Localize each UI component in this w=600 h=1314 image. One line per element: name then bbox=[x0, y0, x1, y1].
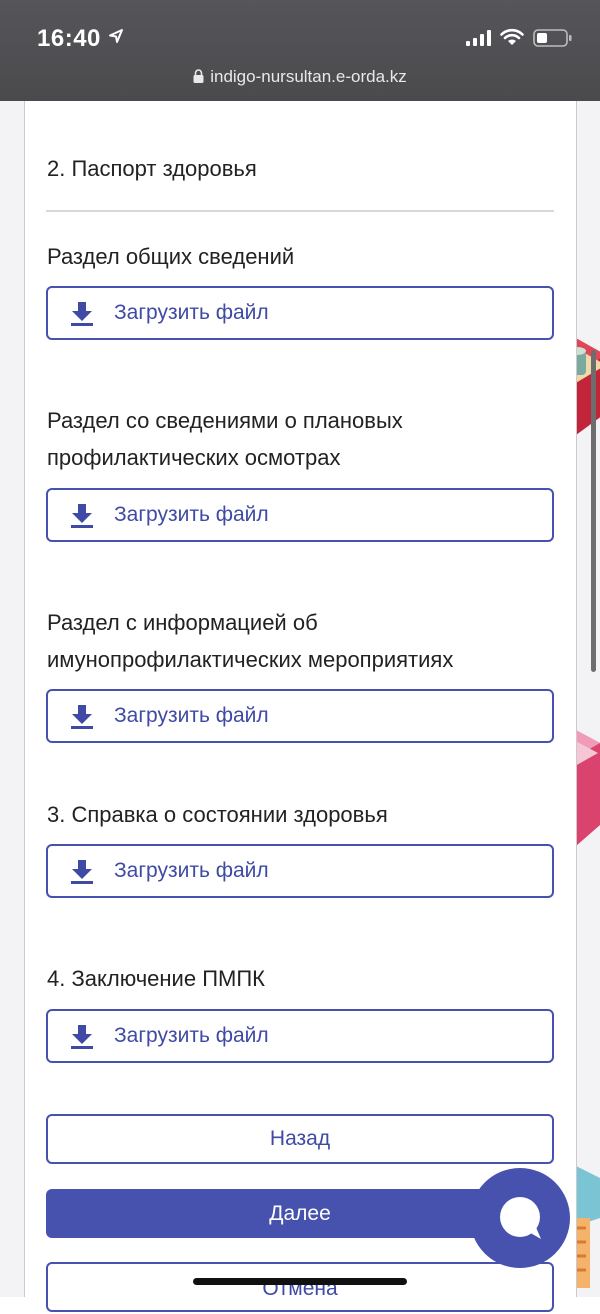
download-icon bbox=[70, 503, 94, 535]
chat-button[interactable] bbox=[470, 1168, 570, 1268]
status-time: 16:40 bbox=[37, 25, 101, 52]
address-bar[interactable]: indigo-nursultan.e-orda.kz bbox=[0, 67, 600, 88]
upload-button-label: Загрузить файл bbox=[114, 859, 269, 882]
divider bbox=[46, 210, 554, 212]
browser-top-bar: 16:40 indigo-nursultan.e-orda.kz bbox=[0, 0, 600, 101]
url-text: indigo-nursultan.e-orda.kz bbox=[210, 67, 407, 86]
section-title-health-certificate: 3. Справка о состоянии здоровья bbox=[47, 802, 388, 827]
download-icon bbox=[70, 704, 94, 736]
upload-button-label: Загрузить файл bbox=[114, 704, 269, 727]
section-title-immuno-line2: имунопрофилактических мероприятиях bbox=[47, 647, 454, 672]
home-indicator[interactable] bbox=[193, 1278, 407, 1285]
upload-button-label: Загрузить файл bbox=[114, 1024, 269, 1047]
section-title-general-info: Раздел общих сведений bbox=[47, 244, 295, 269]
upload-button-immuno[interactable]: Загрузить файл bbox=[46, 689, 554, 743]
lock-icon bbox=[193, 68, 204, 88]
cancel-button[interactable]: Отмена bbox=[46, 1262, 554, 1312]
upload-button-health-certificate[interactable]: Загрузить файл bbox=[46, 844, 554, 898]
upload-button-general-info[interactable]: Загрузить файл bbox=[46, 286, 554, 340]
section-title-checkups-line1: Раздел со сведениями о плановых bbox=[47, 408, 403, 433]
section-title-health-passport: 2. Паспорт здоровья bbox=[47, 156, 257, 181]
location-arrow-icon bbox=[108, 28, 124, 49]
upload-button-label: Загрузить файл bbox=[114, 503, 269, 526]
signal-icon bbox=[466, 30, 492, 51]
upload-button-label: Загрузить файл bbox=[114, 301, 269, 324]
wifi-icon bbox=[500, 28, 524, 51]
upload-button-pmpk[interactable]: Загрузить файл bbox=[46, 1009, 554, 1063]
scrollbar[interactable] bbox=[591, 350, 596, 672]
download-icon bbox=[70, 1024, 94, 1056]
download-icon bbox=[70, 859, 94, 891]
section-title-immuno-line1: Раздел с информацией об bbox=[47, 610, 318, 635]
upload-button-checkups[interactable]: Загрузить файл bbox=[46, 488, 554, 542]
section-title-checkups-line2: профилактических осмотрах bbox=[47, 445, 341, 470]
download-icon bbox=[70, 301, 94, 333]
section-title-pmpk: 4. Заключение ПМПК bbox=[47, 966, 265, 991]
back-button[interactable]: Назад bbox=[46, 1114, 554, 1164]
battery-icon bbox=[533, 29, 573, 52]
